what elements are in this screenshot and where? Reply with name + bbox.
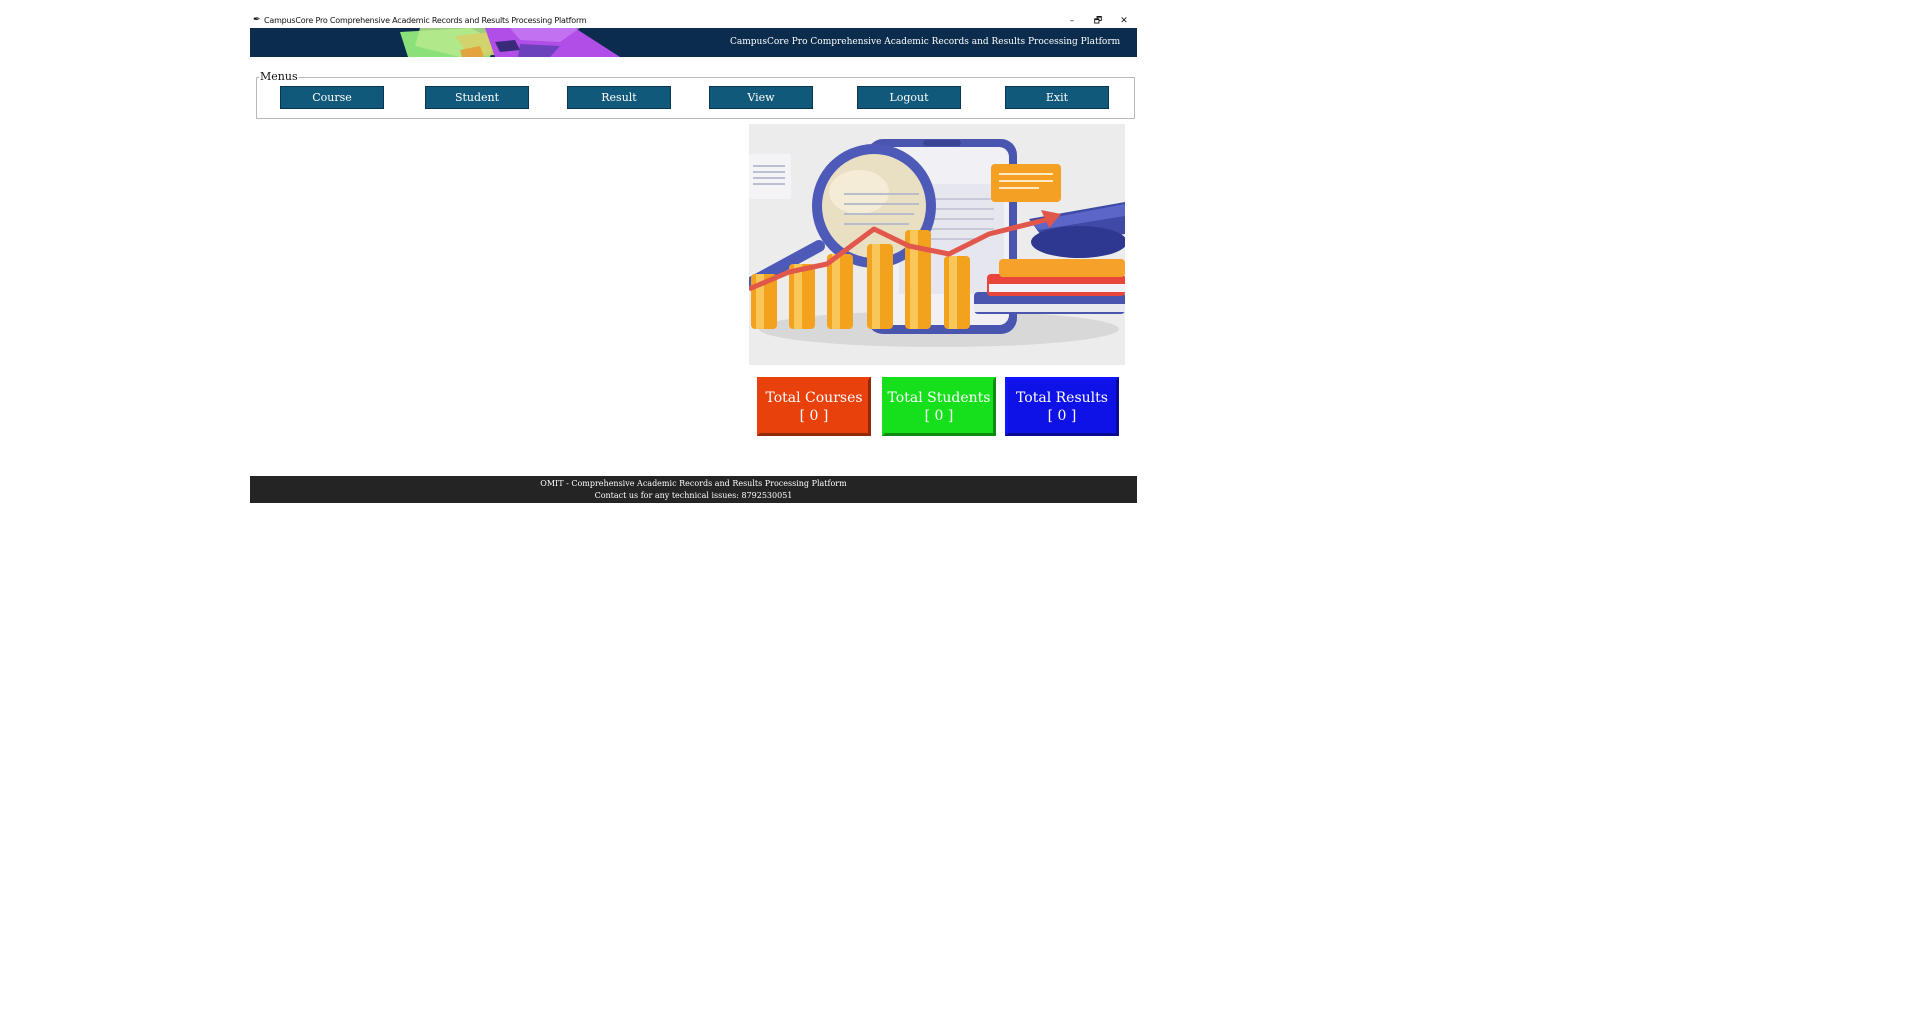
course-button[interactable]: Course	[280, 86, 384, 109]
analytics-illustration	[749, 124, 1125, 365]
menus-legend: Menus	[259, 70, 299, 83]
student-button[interactable]: Student	[425, 86, 529, 109]
window-title: CampusCore Pro Comprehensive Academic Re…	[264, 16, 587, 25]
total-courses-value: [ 0 ]	[799, 408, 829, 424]
total-courses-card: Total Courses [ 0 ]	[757, 377, 871, 436]
logout-button[interactable]: Logout	[857, 86, 961, 109]
total-students-card: Total Students [ 0 ]	[882, 377, 996, 436]
total-results-label: Total Results	[1016, 390, 1108, 406]
footer: OMIT - Comprehensive Academic Records an…	[250, 476, 1137, 503]
analytics-illustration-image	[749, 124, 1125, 365]
view-button[interactable]: View	[709, 86, 813, 109]
total-courses-label: Total Courses	[765, 390, 863, 406]
title-bar: ✒ CampusCore Pro Comprehensive Academic …	[250, 14, 1137, 28]
total-students-value: [ 0 ]	[924, 408, 954, 424]
footer-contact: Contact us for any technical issues: 879…	[594, 491, 793, 500]
app-heading: CampusCore Pro Comprehensive Academic Re…	[730, 37, 1121, 47]
result-button[interactable]: Result	[567, 86, 671, 109]
app-window: ✒ CampusCore Pro Comprehensive Academic …	[250, 14, 1137, 503]
header-art-image	[400, 28, 620, 57]
total-students-label: Total Students	[887, 390, 991, 406]
footer-line-1: OMIT - Comprehensive Academic Records an…	[540, 479, 847, 488]
header-banner: CampusCore Pro Comprehensive Academic Re…	[250, 28, 1137, 57]
minimize-button[interactable]: –	[1060, 14, 1084, 28]
total-results-card: Total Results [ 0 ]	[1005, 377, 1119, 436]
app-feather-icon: ✒	[253, 15, 261, 25]
total-results-value: [ 0 ]	[1047, 408, 1077, 424]
exit-button[interactable]: Exit	[1005, 86, 1109, 109]
restore-button[interactable]: 🗗	[1086, 14, 1110, 28]
menus-group: Menus Course Student Result View Logout …	[256, 70, 1135, 119]
close-button[interactable]: ✕	[1112, 14, 1136, 28]
